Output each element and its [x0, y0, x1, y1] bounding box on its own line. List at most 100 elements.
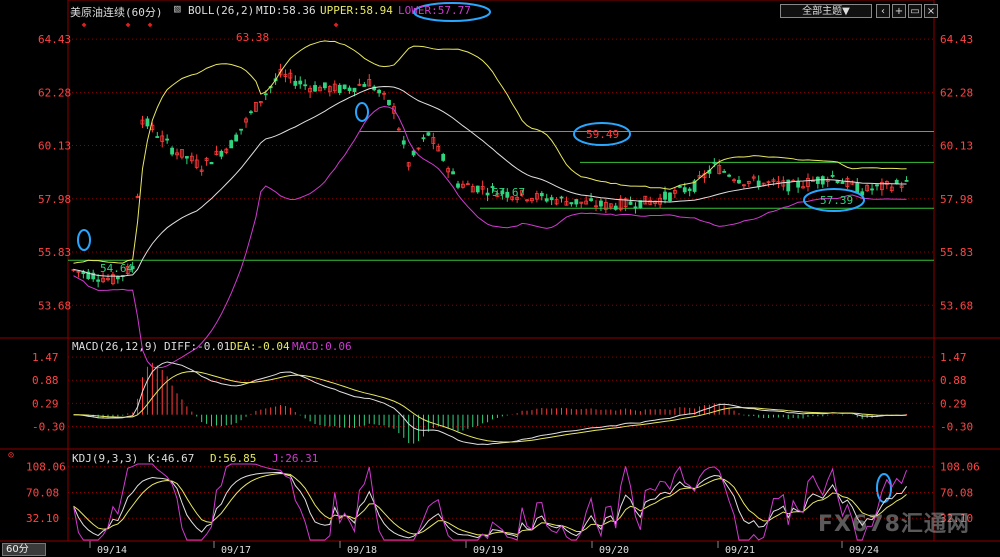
candle-body: [737, 179, 741, 184]
xaxis-date-label: 09/14: [97, 545, 127, 556]
candle-body: [298, 80, 303, 85]
candle-body: [155, 136, 160, 138]
candle-body: [352, 87, 357, 93]
highlight-circle: [355, 102, 369, 122]
theme-dropdown[interactable]: 全部主题▼: [780, 4, 872, 18]
chart-canvas: 64.43 64.43 62.28 62.28 60.13 60.13 57.98 57.98…: [0, 0, 1000, 556]
event-marker-icon: ◆: [148, 20, 153, 29]
watermark-logo: FX678汇通网: [818, 512, 970, 537]
instrument-title: 美原油连续(60分): [70, 6, 163, 19]
price-ytick-left: 64.43: [38, 33, 71, 46]
kdj-j: J:26.31: [272, 452, 319, 465]
timeframe-button[interactable]: 60分: [2, 543, 46, 556]
price-ytick-left: 57.98: [38, 193, 71, 206]
boll-mid: MID:58.36: [256, 4, 316, 17]
candle-body: [441, 153, 446, 161]
candle-body: [820, 176, 825, 185]
candle-body: [835, 180, 840, 184]
kdj-ytick-right: 70.08: [940, 486, 973, 499]
window-icon[interactable]: ▭: [908, 4, 922, 18]
candle-body: [613, 205, 618, 210]
chart-mode-icon[interactable]: ▧: [174, 2, 181, 15]
price-ytick-right: 64.43: [940, 33, 973, 46]
macd-ytick-right: -0.30: [940, 420, 973, 433]
event-marker-icon: ◆: [334, 20, 339, 29]
candle-body: [313, 85, 317, 92]
kdj-settings-icon[interactable]: ⊙: [8, 450, 14, 461]
candle-body: [687, 188, 692, 191]
candle-body: [303, 84, 308, 87]
macd-value: MACD:0.06: [292, 340, 352, 353]
price-ytick-right: 53.68: [940, 299, 973, 312]
candle-body: [337, 84, 342, 93]
candle-body: [456, 183, 460, 188]
price-annotation: 54.64: [100, 262, 133, 275]
kdj-label: KDJ(9,3,3): [72, 452, 139, 465]
macd-ytick-left: 1.47: [32, 351, 59, 364]
candle-body: [668, 192, 672, 202]
candle-body: [263, 93, 268, 96]
candle-body: [293, 80, 298, 86]
candle-body: [475, 185, 480, 193]
candle-body: [559, 196, 564, 199]
price-ytick-right: 57.98: [940, 193, 973, 206]
boll-label: BOLL(26,2): [188, 4, 255, 17]
candle-body: [426, 132, 431, 136]
candle-body: [870, 188, 874, 191]
candle-body: [377, 89, 382, 94]
candle-body: [796, 181, 801, 188]
candle-body: [569, 202, 574, 205]
xaxis-date-label: 09/17: [221, 545, 251, 556]
macd-ytick-right: 0.88: [940, 374, 967, 387]
event-marker-icon: ◆: [126, 20, 131, 29]
candle-body: [239, 128, 244, 131]
macd-diff: DIFF:-0.01: [164, 340, 231, 353]
price-ytick-left: 60.13: [38, 140, 71, 153]
candle-body: [249, 111, 253, 114]
candle-body: [840, 181, 845, 184]
plot-frame: [67, 0, 935, 542]
candle-body: [539, 192, 544, 197]
candle-body: [362, 84, 367, 87]
candle-body: [411, 150, 416, 156]
candle-body: [229, 140, 234, 149]
price-ytick-right: 55.83: [940, 246, 973, 259]
candle-body: [682, 187, 687, 193]
price-ytick-left: 55.83: [38, 246, 71, 259]
price-annotation: 59.49: [586, 128, 619, 141]
price-ytick-left: 53.68: [38, 299, 71, 312]
close-icon[interactable]: ×: [924, 4, 938, 18]
price-ytick-left: 62.28: [38, 86, 71, 99]
candle-body: [485, 192, 490, 196]
event-marker-icon: ◆: [82, 20, 87, 29]
xaxis-date-label: 09/18: [347, 545, 377, 556]
plus-icon[interactable]: +: [892, 4, 906, 18]
candle-body: [574, 199, 579, 205]
macd-dea-line: [73, 370, 907, 443]
macd-ytick-left: 0.29: [32, 397, 59, 410]
candle-body: [165, 138, 170, 141]
candle-body: [894, 179, 899, 185]
price-annotation: 57.39: [820, 194, 853, 207]
chevron-left-icon[interactable]: ‹: [876, 4, 890, 18]
candle-body: [830, 175, 835, 177]
kdj-k-line: [73, 471, 907, 539]
candle-body: [96, 279, 101, 282]
candle-body: [875, 184, 879, 187]
kdj-d: D:56.85: [210, 452, 257, 465]
kdj-d-line: [73, 472, 907, 536]
kdj-ytick-left: 32.10: [26, 512, 59, 525]
macd-diff-line: [73, 361, 907, 446]
kdj-ytick-left: 108.06: [26, 461, 66, 474]
candle-body: [234, 134, 239, 142]
candle-body: [451, 171, 455, 175]
highlight-circle: [876, 473, 892, 503]
candle-body: [628, 201, 633, 205]
candle-body: [756, 180, 761, 187]
candle-body: [387, 99, 391, 106]
candle-body: [170, 147, 174, 155]
candle-body: [421, 137, 426, 140]
candle-body: [347, 87, 352, 92]
candle-body: [401, 140, 406, 145]
macd-ytick-right: 0.29: [940, 397, 967, 410]
